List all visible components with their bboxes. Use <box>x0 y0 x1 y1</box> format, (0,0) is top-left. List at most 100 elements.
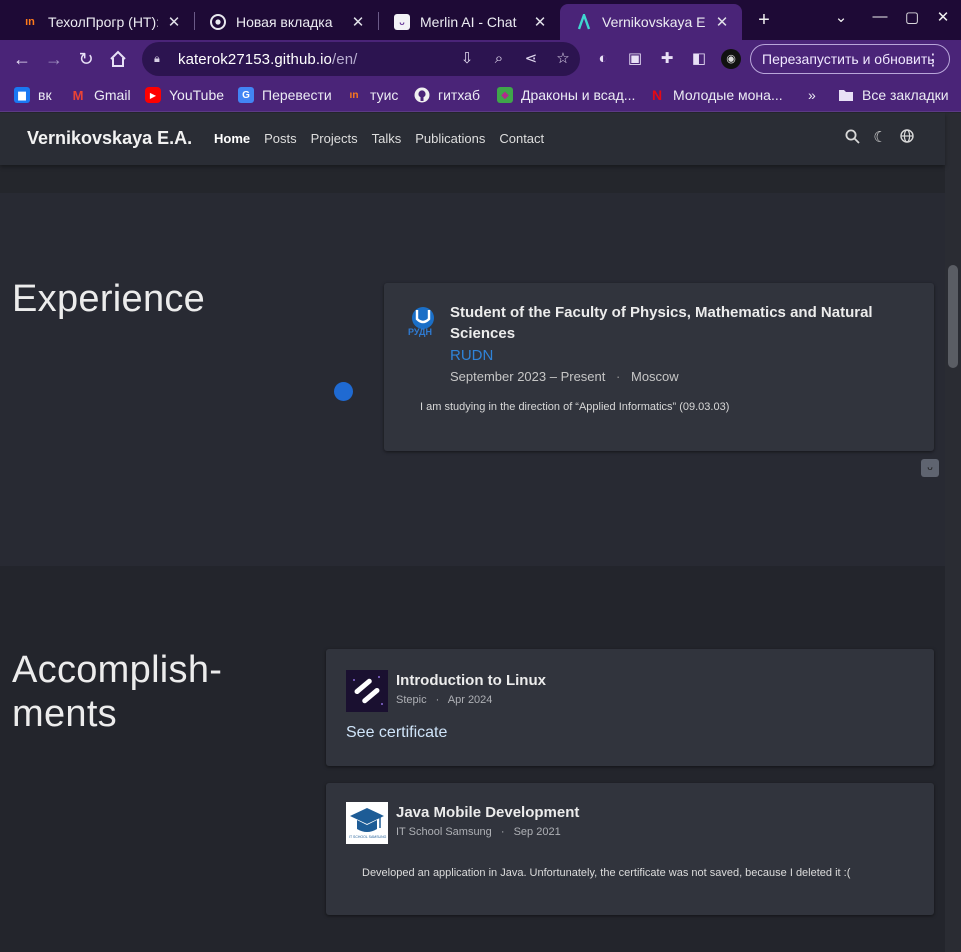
install-app-icon[interactable]: ⇩ <box>456 49 478 69</box>
site-brand-link[interactable]: Vernikovskaya E.A. <box>27 128 192 149</box>
section-divider <box>0 165 945 193</box>
back-icon[interactable]: ← <box>10 47 34 71</box>
accomplishment-date: Apr 2024 <box>447 694 493 706</box>
accomplishment-issuer: Stepic <box>396 694 427 706</box>
scrollbar-track[interactable] <box>945 113 961 952</box>
accomplishments-section: Accomplish- ments Introduction to Linux … <box>0 566 945 952</box>
bookmark-tuis[interactable]: ın туис <box>346 84 399 106</box>
timeline-dot <box>334 382 353 401</box>
experience-title: Student of the Faculty of Physics, Mathe… <box>450 304 873 342</box>
accomplishment-date: Sep 2021 <box>513 826 561 838</box>
accomplishment-meta: IT School Samsung · Sep 2021 <box>396 826 561 838</box>
experience-section: Experience РУДН Student of the Faculty o… <box>0 193 945 566</box>
profile-avatar-icon[interactable]: ◉ <box>721 49 741 69</box>
bookmark-translate[interactable]: G Перевести <box>238 84 332 106</box>
home-icon[interactable] <box>106 47 130 71</box>
nav-link-posts[interactable]: Posts <box>264 131 297 146</box>
experience-meta: September 2023 – Present · Moscow <box>450 369 679 384</box>
bookmarks-bar: ▆ вк M Gmail ▶ YouTube G Перевести ın ту… <box>0 78 961 112</box>
tab-search-chevron-icon[interactable]: ⌄ <box>830 8 852 26</box>
experience-period: September 2023 – Present <box>450 369 606 384</box>
accomplishment-issuer: IT School Samsung <box>396 826 492 838</box>
nav-link-contact[interactable]: Contact <box>499 131 544 146</box>
nav-link-projects[interactable]: Projects <box>311 131 358 146</box>
youtube-icon: ▶ <box>145 87 161 103</box>
stepik-logo <box>346 670 388 712</box>
minimize-icon[interactable]: — <box>869 8 891 25</box>
address-url: katerok27153.github.io/en/ <box>178 50 358 68</box>
relaunch-update-button[interactable]: Перезапустить и обновить ⋮ <box>750 44 950 74</box>
kebab-menu-icon[interactable]: ⋮ <box>925 50 941 70</box>
relaunch-label: Перезапустить и обновить <box>762 51 935 67</box>
tab-title: Vernikovskaya E.A. <box>602 14 706 30</box>
close-tab-icon[interactable]: ✕ <box>530 13 550 31</box>
bookmark-youtube[interactable]: ▶ YouTube <box>145 84 224 106</box>
translate-icon: G <box>238 87 254 103</box>
experience-org-link[interactable]: RUDN <box>450 347 493 364</box>
close-tab-icon[interactable]: ✕ <box>712 13 732 31</box>
close-tab-icon[interactable]: ✕ <box>348 13 368 31</box>
forward-icon[interactable]: → <box>42 47 66 71</box>
extensions-puzzle-icon[interactable]: ✚ <box>657 49 677 69</box>
accomplishment-card: Introduction to Linux Stepic · Apr 2024 … <box>326 649 934 766</box>
gmail-icon: M <box>72 87 84 103</box>
site-a-favicon <box>576 14 592 30</box>
chrome-favicon <box>210 13 226 30</box>
experience-location: Moscow <box>630 369 679 384</box>
accomplishment-title: Java Mobile Development <box>396 804 580 821</box>
extension-merlin-icon[interactable]: ▣ <box>625 49 645 69</box>
close-tab-icon[interactable]: ✕ <box>164 13 184 31</box>
tab-title: Merlin AI - Chat <box>420 13 517 30</box>
accomplishment-description: Developed an application in Java. Unfort… <box>362 867 851 879</box>
zoom-icon[interactable]: ⌕ <box>488 49 510 69</box>
accomplishment-meta: Stepic · Apr 2024 <box>396 694 493 706</box>
reload-icon[interactable]: ↻ <box>74 47 98 71</box>
tab-vernikovskaya[interactable]: Vernikovskaya E.A. ✕ <box>560 4 742 40</box>
bookmark-star-icon[interactable]: ☆ <box>552 49 574 69</box>
tab-strip: ın ТехолПрогр (НТ): Э ✕ Новая вкладка ✕ … <box>0 0 961 40</box>
close-window-icon[interactable]: ✕ <box>932 8 954 26</box>
folder-icon <box>838 87 854 103</box>
all-bookmarks-folder[interactable]: Все закладки <box>838 84 949 106</box>
site-menu: Home Posts Projects Talks Publications C… <box>214 131 558 146</box>
site-info-icon[interactable]: 🔒︎ <box>154 53 166 66</box>
language-globe-icon[interactable] <box>898 129 916 147</box>
merlin-favicon: ᴗ <box>394 13 410 30</box>
web-page: Vernikovskaya E.A. Home Posts Projects T… <box>0 113 961 952</box>
search-icon[interactable] <box>843 129 861 147</box>
address-bar[interactable]: 🔒︎ katerok27153.github.io/en/ ⇩ ⌕ ⋖ ☆ <box>142 42 580 76</box>
tab-new-tab[interactable]: Новая вкладка ✕ <box>194 5 378 38</box>
github-icon <box>414 87 430 103</box>
extension-globe-icon[interactable]: ◐ <box>593 49 613 69</box>
hexlet-favicon: ın <box>25 15 35 28</box>
nav-link-talks[interactable]: Talks <box>372 131 402 146</box>
side-panel-icon[interactable]: ◧ <box>689 49 709 69</box>
maximize-icon[interactable]: ▢ <box>901 8 923 26</box>
site-navbar: Vernikovskaya E.A. Home Posts Projects T… <box>0 113 945 165</box>
dragon-icon: ◆ <box>497 87 513 103</box>
see-certificate-link[interactable]: See certificate <box>346 724 447 742</box>
experience-heading: Experience <box>12 278 206 320</box>
vk-icon: ▆ <box>14 87 30 103</box>
new-tab-button[interactable]: + <box>752 8 776 32</box>
tab-title: Новая вкладка <box>236 13 333 30</box>
bookmark-github[interactable]: гитхаб <box>414 84 480 106</box>
experience-card: РУДН Student of the Faculty of Physics, … <box>384 283 934 451</box>
more-bookmarks-chevron-icon[interactable]: » <box>808 84 816 106</box>
rudn-logo: РУДН <box>406 305 440 341</box>
netflix-icon: N <box>651 87 663 103</box>
tab-title: ТехолПрогр (НТ): Э <box>48 13 158 30</box>
bookmark-netflix[interactable]: N Молодые мона... <box>649 84 783 106</box>
share-icon[interactable]: ⋖ <box>520 49 542 69</box>
scrollbar-thumb[interactable] <box>948 265 958 368</box>
merlin-floating-icon[interactable]: ᴗ <box>921 459 939 477</box>
nav-link-publications[interactable]: Publications <box>415 131 485 146</box>
nav-link-home[interactable]: Home <box>214 131 250 146</box>
accomplishment-title: Introduction to Linux <box>396 672 546 689</box>
bookmark-dragons[interactable]: ◆ Драконы и всад... <box>497 84 635 106</box>
bookmark-gmail[interactable]: M Gmail <box>70 84 131 106</box>
dark-mode-moon-icon[interactable]: ☾ <box>871 129 889 147</box>
bookmark-vk[interactable]: ▆ вк <box>14 84 52 106</box>
tab-merlin[interactable]: ᴗ Merlin AI - Chat ✕ <box>378 5 560 38</box>
tab-hexlet[interactable]: ın ТехолПрогр (НТ): Э ✕ <box>6 5 194 38</box>
